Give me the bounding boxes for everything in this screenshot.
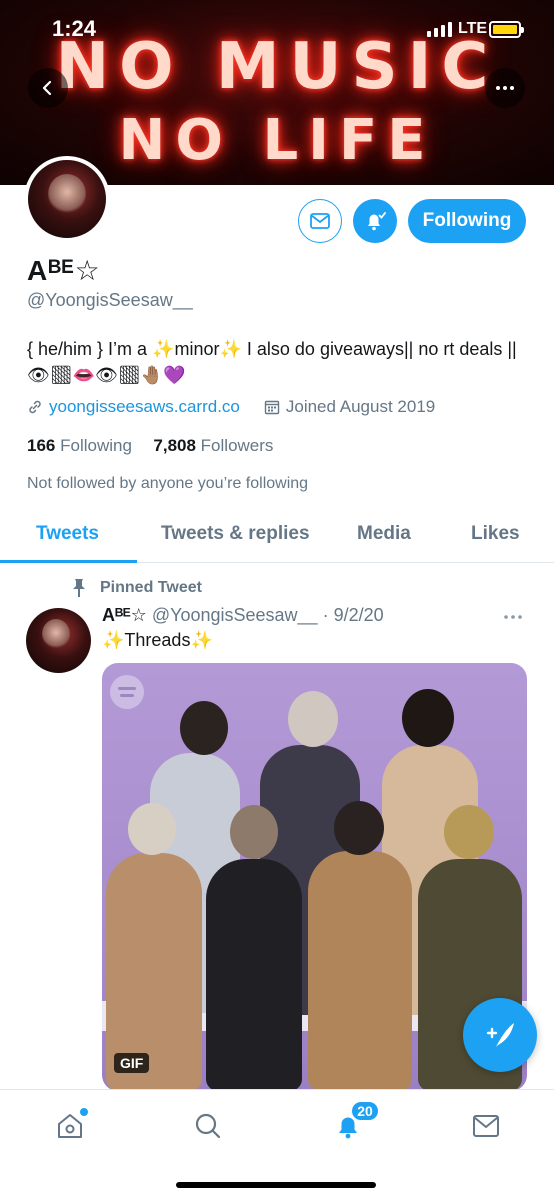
- nav-search-button[interactable]: [188, 1106, 228, 1146]
- followers-label: Followers: [200, 436, 274, 455]
- pin-icon: [73, 579, 85, 597]
- status-time: 1:24: [52, 16, 97, 41]
- media-figure-head: [334, 801, 384, 855]
- more-options-button[interactable]: [485, 68, 525, 108]
- media-figure-head: [402, 689, 454, 747]
- media-figure-head: [288, 691, 338, 747]
- media-figure-head: [128, 803, 176, 855]
- nav-messages-button[interactable]: [466, 1106, 506, 1146]
- following-button[interactable]: Following: [408, 199, 526, 243]
- tab-tweets[interactable]: Tweets: [36, 523, 99, 545]
- media-figure-head: [444, 805, 494, 859]
- more-horizontal-icon: [496, 86, 514, 90]
- joined-date: Joined August 2019: [285, 397, 436, 416]
- tab-media[interactable]: Media: [357, 523, 411, 545]
- followers-count: 7,808: [153, 436, 196, 455]
- compose-tweet-button[interactable]: [463, 998, 537, 1072]
- following-count-link[interactable]: 166 Following: [27, 436, 132, 455]
- profile-bio: { he/him } I’m a ✨minor✨ I also do givea…: [27, 339, 517, 385]
- tweet-text: ✨Threads✨: [102, 630, 213, 650]
- notification-count-badge: 20: [350, 1100, 380, 1122]
- message-button[interactable]: [298, 199, 342, 243]
- follow-counts: 166 Following 7,808 Followers: [27, 436, 273, 456]
- media-figure-head: [180, 701, 228, 755]
- nav-home-button[interactable]: [50, 1106, 90, 1146]
- tab-likes[interactable]: Likes: [471, 523, 520, 545]
- media-figure: [206, 859, 302, 1091]
- compose-feather-icon: [486, 1023, 514, 1047]
- new-content-dot: [80, 1108, 88, 1116]
- tweet-author-name: Aᴮᴱ☆: [102, 605, 147, 625]
- cellular-signal-icon: [427, 22, 452, 37]
- active-tab-indicator: [0, 560, 137, 563]
- following-count: 166: [27, 436, 56, 455]
- status-bar: 1:24 LTE: [0, 0, 554, 60]
- display-name: Aᴮᴱ☆: [27, 255, 101, 286]
- profile-website-link[interactable]: yoongisseesaws.carrd.co: [49, 397, 240, 417]
- tweet-date: · 9/2/20: [322, 605, 384, 625]
- profile-avatar[interactable]: [24, 156, 110, 242]
- gif-badge: GIF: [114, 1053, 150, 1073]
- calendar-icon: [264, 400, 280, 415]
- not-followed-notice: Not followed by anyone you’re following: [27, 475, 309, 492]
- tweet-author-avatar[interactable]: [26, 608, 91, 673]
- battery-icon: [489, 21, 524, 38]
- envelope-icon: [473, 1115, 499, 1137]
- back-button[interactable]: [28, 68, 68, 108]
- notifications-toggle-button[interactable]: [353, 199, 397, 243]
- search-icon: [195, 1113, 221, 1139]
- media-figure: [308, 851, 412, 1091]
- chevron-left-icon: [42, 80, 52, 96]
- more-horizontal-icon: [504, 615, 522, 619]
- network-type: LTE: [458, 20, 488, 37]
- following-label: Following: [60, 436, 132, 455]
- pinned-tweet-label: Pinned Tweet: [100, 579, 202, 596]
- home-icon: [58, 1114, 82, 1138]
- pinned-tweet-header: Pinned Tweet: [70, 578, 202, 598]
- profile-meta: yoongisseesaws.carrd.co Joined August 20…: [27, 397, 435, 417]
- tab-tweets-replies[interactable]: Tweets & replies: [161, 523, 310, 545]
- bell-check-icon: [368, 212, 386, 231]
- spotify-icon: [110, 675, 144, 709]
- home-indicator: [176, 1182, 376, 1188]
- tweet-author-handle: @YoongisSeesaw__: [151, 605, 318, 625]
- tweet-header: Aᴮᴱ☆ @YoongisSeesaw__ · 9/2/20: [102, 605, 384, 626]
- profile-handle: @YoongisSeesaw__: [27, 290, 193, 310]
- media-figure-head: [230, 805, 278, 859]
- link-icon: [29, 400, 41, 414]
- nav-notifications-button[interactable]: 20: [328, 1100, 380, 1146]
- tweet-more-button[interactable]: [503, 604, 523, 625]
- envelope-icon: [310, 213, 330, 229]
- followers-count-link[interactable]: 7,808 Followers: [153, 436, 273, 455]
- profile-tabs: Tweets Tweets & replies Media Likes: [0, 505, 554, 563]
